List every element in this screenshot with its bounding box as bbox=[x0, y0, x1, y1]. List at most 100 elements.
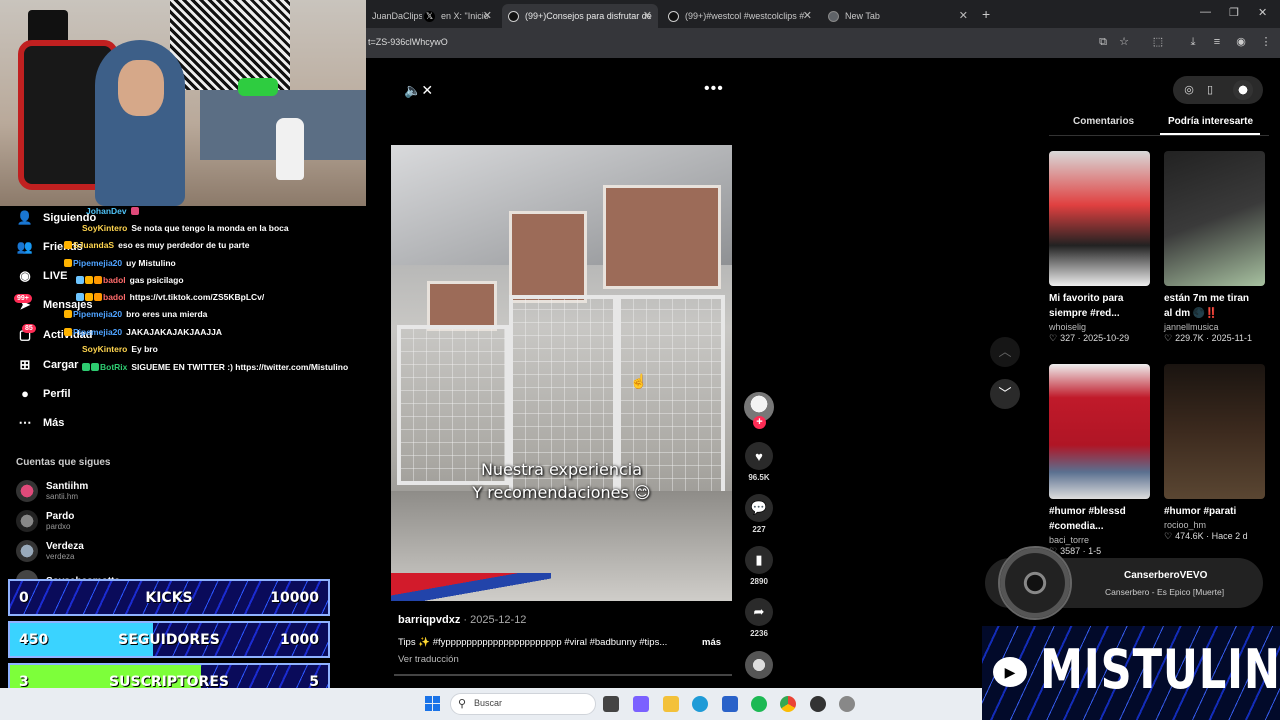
video-info-panel bbox=[603, 185, 721, 289]
more-options-icon[interactable]: ••• bbox=[704, 80, 724, 98]
tab-x-inicio[interactable]: 𝕏 en X: "Inicio ✕ bbox=[418, 4, 498, 28]
comment-button[interactable]: 💬 227 bbox=[745, 494, 773, 534]
install-icon[interactable]: ⧉ bbox=[1096, 35, 1110, 49]
settings-gear-icon[interactable] bbox=[839, 696, 855, 712]
next-video-button[interactable]: ﹀ bbox=[990, 379, 1020, 409]
new-tab-button[interactable]: + bbox=[982, 6, 990, 22]
video-author[interactable]: barriqpvdxz · 2025-12-12 bbox=[398, 614, 526, 626]
suggested-video-card[interactable]: #humor #parati rocioo_hm ♡ 474.6K · Hace … bbox=[1164, 364, 1265, 542]
card-author[interactable]: baci_torre bbox=[1049, 535, 1150, 545]
tab-new-tab[interactable]: New Tab ✕ bbox=[822, 4, 974, 28]
video-thumbnail[interactable] bbox=[1049, 364, 1150, 499]
like-button[interactable]: ♥ 96.5K bbox=[745, 442, 773, 482]
chat-badge-icon bbox=[85, 276, 93, 284]
video-floor-marking bbox=[391, 573, 551, 601]
music-artist: CanserberoVEVO bbox=[1124, 570, 1208, 581]
save-button[interactable]: ▮ 2890 bbox=[745, 546, 773, 586]
card-meta: ♡ 229.7K · 2025-11-1 bbox=[1164, 333, 1252, 343]
heart-icon[interactable]: ♥ bbox=[745, 442, 773, 470]
follow-plus-icon[interactable]: + bbox=[753, 416, 766, 429]
translate-link[interactable]: Ver traducción bbox=[398, 654, 459, 665]
video-thumbnail[interactable] bbox=[1049, 151, 1150, 286]
extensions-icon[interactable]: ⬚ bbox=[1151, 35, 1165, 49]
card-author[interactable]: jannellmusica bbox=[1164, 322, 1265, 332]
video-frame[interactable]: Nuestra experiencia Y recomendaciones 😊 bbox=[391, 145, 732, 601]
next-creator-avatar[interactable] bbox=[745, 651, 773, 679]
previous-video-button[interactable]: ︿ bbox=[990, 337, 1020, 367]
sidebar-item-upload[interactable]: ⊞ Cargar bbox=[16, 357, 79, 373]
minimize-icon[interactable]: — bbox=[1200, 6, 1211, 18]
store-icon[interactable] bbox=[722, 696, 738, 712]
comment-icon[interactable]: 💬 bbox=[745, 494, 773, 522]
followed-account[interactable]: Pardo pardxo bbox=[16, 510, 74, 532]
obs-icon[interactable] bbox=[810, 696, 826, 712]
bookmark-star-icon[interactable]: ☆ bbox=[1117, 35, 1131, 49]
chat-text: SIGUEME EN TWITTER :) https://twitter.co… bbox=[131, 362, 349, 372]
profile-avatar-icon[interactable]: ◉ bbox=[1234, 35, 1248, 49]
chat-badge-icon bbox=[76, 293, 84, 301]
share-button[interactable]: ➦ 2236 bbox=[745, 598, 773, 638]
compass-icon[interactable]: ◎ bbox=[1179, 80, 1199, 100]
tab-tiktok-consejos[interactable]: (99+)Consejos para disfrutar de ✕ bbox=[502, 4, 658, 28]
user-avatar[interactable] bbox=[1233, 80, 1253, 100]
tab-tiktok-westcol[interactable]: (99+)#westcol #westcolclips # ✕ bbox=[662, 4, 818, 28]
tab-comments[interactable]: Comentarios bbox=[1073, 116, 1134, 127]
video-thumbnail[interactable] bbox=[1164, 364, 1265, 499]
heart-outline-icon: ♡ bbox=[1049, 333, 1058, 343]
maximize-icon[interactable]: ❐ bbox=[1229, 6, 1239, 19]
sidebar-item-label: Más bbox=[43, 417, 65, 429]
live-icon: ◉ bbox=[19, 268, 31, 283]
card-title: #humor #blessd bbox=[1049, 506, 1126, 517]
suggested-video-card[interactable]: Mi favorito para siempre #red... whoisel… bbox=[1049, 151, 1150, 344]
tab-label: (99+)Consejos para disfrutar de bbox=[525, 11, 652, 21]
activity-badge: 85 bbox=[22, 324, 36, 333]
kebab-menu-icon[interactable]: ⋮ bbox=[1259, 35, 1273, 49]
search-placeholder: Buscar bbox=[474, 698, 503, 708]
chat-user: Pipemejia20 bbox=[73, 309, 123, 319]
heart-outline-icon: ♡ bbox=[1164, 333, 1173, 343]
close-icon[interactable]: ✕ bbox=[959, 9, 968, 22]
chat-text: eso es muy perdedor de tu parte bbox=[118, 240, 250, 250]
tab-suggestions[interactable]: Podría interesarte bbox=[1168, 116, 1253, 127]
sidebar-item-profile[interactable]: ● Perfil bbox=[16, 386, 70, 401]
close-icon[interactable]: ✕ bbox=[483, 9, 492, 22]
close-window-icon[interactable]: ✕ bbox=[1258, 6, 1267, 19]
close-icon[interactable]: ✕ bbox=[803, 9, 812, 22]
download-icon[interactable]: ⤓ bbox=[1186, 35, 1200, 49]
bookmark-icon[interactable]: ▮ bbox=[745, 546, 773, 574]
suggested-video-card[interactable]: están 7m me tiran al dm 🌑‼️ jannellmusic… bbox=[1164, 151, 1265, 344]
video-progress-bar[interactable] bbox=[394, 674, 732, 676]
more-link[interactable]: más bbox=[702, 637, 721, 648]
chat-badge-icon bbox=[64, 310, 72, 318]
followed-account[interactable]: Santiihm santii.hm bbox=[16, 480, 88, 502]
chat-emote-icon bbox=[130, 207, 139, 215]
chat-text: JAKAJAKAJAKJAAJJA bbox=[126, 327, 223, 337]
edge-icon[interactable] bbox=[692, 696, 708, 712]
active-tab-indicator bbox=[1160, 133, 1260, 135]
windows-start-icon[interactable] bbox=[425, 696, 441, 712]
author-handle[interactable]: barriqpvdxz bbox=[398, 614, 460, 626]
followed-account[interactable]: Verdeza verdeza bbox=[16, 540, 84, 562]
widgets-icon[interactable] bbox=[633, 696, 649, 712]
taskbar-search-input[interactable] bbox=[450, 693, 596, 715]
spotify-icon[interactable] bbox=[751, 696, 767, 712]
chat-message: SoyKintero Ey bro bbox=[82, 344, 158, 354]
card-author[interactable]: rocioo_hm bbox=[1164, 520, 1265, 530]
task-view-icon[interactable] bbox=[603, 696, 619, 712]
suggested-video-card[interactable]: #humor #blessd #comedia... baci_torre ♡3… bbox=[1049, 364, 1150, 557]
file-explorer-icon[interactable] bbox=[663, 696, 679, 712]
share-arrow-icon[interactable]: ➦ bbox=[745, 598, 773, 626]
url-field[interactable]: t=ZS-936clWhcywO bbox=[368, 37, 448, 47]
chat-link[interactable]: https://vt.tiktok.com/ZS5KBpLCv/ bbox=[130, 292, 265, 302]
tab-juandaclips[interactable]: JuanDaClips04 bbox=[366, 4, 422, 28]
media-control-icon[interactable]: ≡ bbox=[1210, 35, 1224, 49]
close-icon[interactable]: ✕ bbox=[643, 9, 652, 22]
video-thumbnail[interactable] bbox=[1164, 151, 1265, 286]
phone-icon[interactable]: ▯ bbox=[1200, 80, 1220, 100]
chrome-icon[interactable] bbox=[780, 696, 796, 712]
card-date: 2025-11-1 bbox=[1211, 333, 1252, 343]
sidebar-item-more[interactable]: ⋯ Más bbox=[16, 415, 65, 431]
sidebar-item-live[interactable]: ◉ LIVE bbox=[16, 268, 67, 284]
muted-speaker-icon[interactable]: 🔈✕ bbox=[404, 82, 433, 99]
card-author[interactable]: whoiselig bbox=[1049, 322, 1150, 332]
